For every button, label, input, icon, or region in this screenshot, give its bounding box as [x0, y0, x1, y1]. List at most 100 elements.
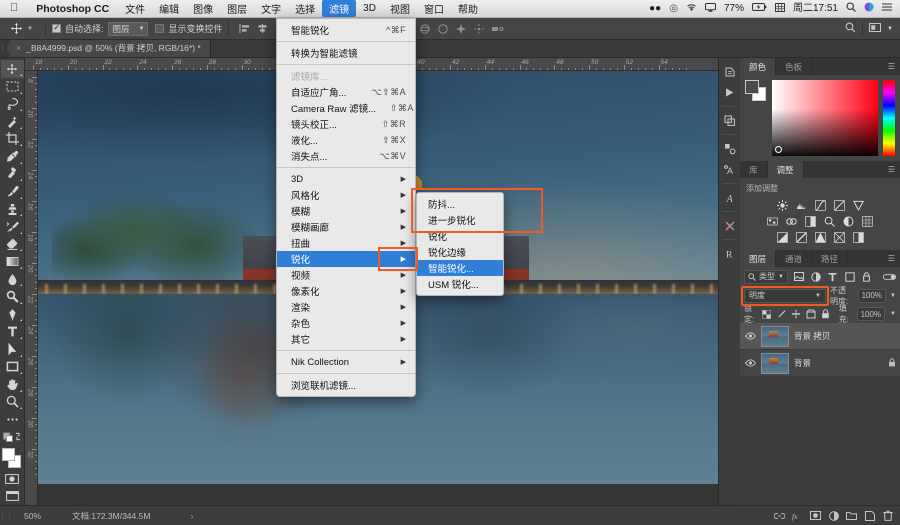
menu-item-17[interactable]: 视频 ▶	[277, 267, 415, 283]
zoom-level-field[interactable]: 50%	[12, 511, 64, 521]
menu-item-7[interactable]: 镜头校正... ⇧⌘R	[277, 116, 415, 132]
menu-item-18[interactable]: 像素化 ▶	[277, 283, 415, 299]
document-tab[interactable]: × _B8A4999.psd @ 50% (背景 拷贝, RGB/16*) *	[10, 39, 211, 57]
pen-tool[interactable]	[1, 305, 24, 323]
paragraph-panel-icon[interactable]: A	[720, 187, 740, 208]
fill-field[interactable]: 100%	[856, 307, 886, 321]
submenu-item-2[interactable]: 锐化	[417, 228, 503, 244]
menu-item-6[interactable]: Camera Raw 滤镜... ⇧⌘A	[277, 100, 415, 116]
auto-select-scope-dropdown[interactable]: 图层 ▼	[108, 21, 149, 36]
dodge-tool[interactable]	[1, 288, 24, 306]
menu-item-5[interactable]: 自适应广角... ⌥⇧⌘A	[277, 84, 415, 100]
new-layer-icon[interactable]	[864, 510, 875, 521]
filter-type-icon[interactable]	[826, 270, 839, 283]
panel-menu-icon[interactable]: ☰	[888, 250, 900, 267]
status-grip-handle[interactable]: ⋮⋮	[0, 512, 13, 520]
black-white-icon[interactable]	[805, 215, 817, 227]
filter-adjustment-icon[interactable]	[809, 270, 822, 283]
tab-adjustments[interactable]: 调整	[767, 161, 804, 178]
status-expand-arrow-icon[interactable]: ›	[150, 511, 193, 521]
chevron-down-icon[interactable]: ▼	[890, 293, 896, 299]
menu-item-9[interactable]: 消失点... ⌥⌘V	[277, 148, 415, 164]
menu-item-12[interactable]: 风格化 ▶	[277, 187, 415, 203]
submenu-item-3[interactable]: 锐化边缘	[417, 244, 503, 260]
properties-panel-icon[interactable]	[720, 138, 740, 159]
auto-select-checkbox[interactable]	[51, 23, 61, 33]
submenu-item-4[interactable]: 智能锐化...	[417, 260, 503, 276]
tab-swatches[interactable]: 色板	[776, 58, 813, 75]
menu-type[interactable]: 文字	[254, 0, 288, 17]
airplay-icon[interactable]	[704, 2, 716, 15]
tab-layers[interactable]: 图层	[740, 250, 777, 267]
xmp-panel-icon[interactable]	[720, 215, 740, 236]
lock-artboard-icon[interactable]	[806, 309, 816, 320]
foreground-color-swatch[interactable]	[1, 447, 15, 461]
search-icon[interactable]	[846, 2, 856, 15]
clone-stamp-tool[interactable]	[1, 200, 24, 218]
foreground-background-swatches[interactable]	[1, 447, 24, 468]
menu-layer[interactable]: 图层	[220, 0, 254, 17]
photo-filter-icon[interactable]	[824, 215, 836, 227]
tab-color[interactable]: 颜色	[740, 58, 777, 75]
lock-all-icon[interactable]	[821, 309, 830, 320]
filter-toggle-icon[interactable]	[883, 270, 896, 283]
layer-mask-icon[interactable]	[810, 510, 821, 521]
eraser-tool[interactable]	[1, 235, 24, 253]
layer-filter-kind-dropdown[interactable]: 类型 ▼	[744, 269, 788, 284]
exposure-icon[interactable]	[833, 199, 845, 211]
menu-item-11[interactable]: 3D ▶	[277, 171, 415, 187]
pan-3d-icon[interactable]	[454, 22, 468, 36]
filter-dropdown-menu[interactable]: 智能锐化 ^⌘F 转换为智能滤镜 滤镜库... 自适应广角... ⌥⇧⌘A Camera R…	[276, 18, 416, 397]
menu-item-15[interactable]: 扭曲 ▶	[277, 235, 415, 251]
marquee-tool[interactable]	[1, 78, 24, 96]
panel-menu-icon[interactable]: ☰	[888, 161, 900, 178]
actions-panel-icon[interactable]	[720, 82, 740, 103]
rectangle-tool[interactable]	[1, 358, 24, 376]
menu-filter[interactable]: 滤镜	[322, 0, 357, 17]
hue-slider[interactable]	[883, 80, 895, 156]
channel-mixer-icon[interactable]	[843, 215, 855, 227]
new-group-icon[interactable]	[846, 510, 857, 521]
type-tool[interactable]	[1, 323, 24, 341]
edit-toolbar-button[interactable]	[1, 411, 24, 429]
notification-center-icon[interactable]	[882, 2, 892, 15]
menu-select[interactable]: 选择	[288, 0, 322, 17]
apple-icon[interactable]: 	[0, 3, 27, 14]
screen-mode-button[interactable]	[1, 487, 24, 505]
eyedropper-tool[interactable]	[1, 148, 24, 166]
brightness-contrast-icon[interactable]	[776, 199, 788, 211]
invert-icon[interactable]	[776, 231, 788, 243]
orbit-3d-icon[interactable]	[418, 22, 432, 36]
color-balance-icon[interactable]	[786, 215, 798, 227]
selective-color-icon[interactable]	[852, 231, 864, 243]
dropbox-icon[interactable]: ◎	[669, 3, 678, 14]
crop-tool[interactable]	[1, 130, 24, 148]
blend-mode-dropdown[interactable]: 明度 ▼	[744, 288, 826, 303]
menu-view[interactable]: 视图	[383, 0, 417, 17]
layer-visibility-icon[interactable]	[744, 359, 756, 367]
color-lookup-icon[interactable]	[862, 215, 874, 227]
history-panel-icon[interactable]	[720, 61, 740, 82]
healing-brush-tool[interactable]	[1, 165, 24, 183]
align-left-icon[interactable]	[237, 22, 251, 36]
tab-channels[interactable]: 通道	[776, 250, 813, 267]
lock-transparent-icon[interactable]	[761, 309, 771, 320]
quickmask-swap-colors[interactable]	[1, 428, 24, 446]
roll-3d-icon[interactable]	[436, 22, 450, 36]
show-transform-checkbox[interactable]	[155, 24, 165, 33]
character-panel-icon[interactable]: A	[720, 159, 740, 180]
menu-item-25[interactable]: 浏览联机滤镜...	[277, 377, 415, 393]
lock-position-icon[interactable]	[791, 309, 801, 320]
siri-icon[interactable]	[864, 2, 874, 15]
sharpen-submenu[interactable]: 防抖... 进一步锐化 锐化 锐化边缘 智能锐化... USM 锐化...	[416, 192, 504, 296]
new-adjustment-layer-icon[interactable]	[828, 510, 839, 521]
color-picker-handle[interactable]	[775, 146, 782, 153]
brush-tool[interactable]	[1, 183, 24, 201]
foreground-color-swatch[interactable]	[745, 80, 759, 94]
zoom-tool[interactable]	[1, 393, 24, 411]
menu-item-2[interactable]: 转换为智能滤镜	[277, 45, 415, 61]
layer-row-background-copy[interactable]: 背景 拷贝	[740, 323, 900, 350]
filter-shape-icon[interactable]	[843, 270, 856, 283]
wechat-icon[interactable]: ●●	[649, 3, 661, 14]
slide-3d-icon[interactable]	[472, 22, 486, 36]
